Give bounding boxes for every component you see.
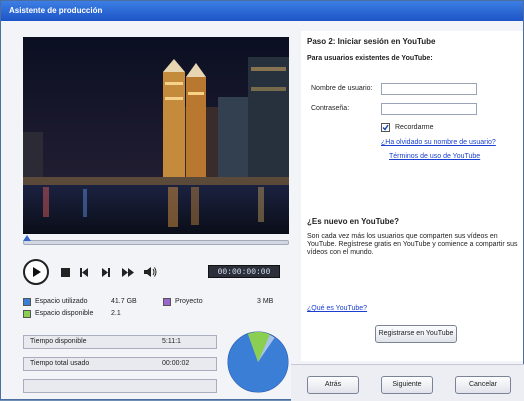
project-swatch xyxy=(163,298,171,306)
production-wizard-window: Asistente de producción 00:00:00:00 Espa… xyxy=(0,0,524,401)
previous-frame-icon xyxy=(80,267,88,277)
seek-bar[interactable] xyxy=(23,235,289,245)
total-time-field: Tiempo total usado 00:00:02 xyxy=(23,357,217,371)
available-time-label: Tiempo disponible xyxy=(30,338,87,345)
username-label: Nombre de usuario: xyxy=(311,85,373,92)
remember-checkbox[interactable] xyxy=(381,123,390,132)
available-time-value: 5:11:1 xyxy=(162,338,181,345)
timecode-display: 00:00:00:00 xyxy=(208,265,280,278)
used-space-swatch xyxy=(23,298,31,306)
play-icon xyxy=(33,267,41,277)
what-is-youtube-link[interactable]: ¿Qué es YouTube? xyxy=(307,305,367,312)
total-time-value: 00:00:02 xyxy=(162,360,190,367)
stop-button[interactable] xyxy=(57,259,73,285)
seek-thumb[interactable] xyxy=(23,235,31,241)
existing-users-heading: Para usuarios existentes de YouTube: xyxy=(307,55,433,62)
disk-usage-pie xyxy=(227,331,289,393)
next-button[interactable]: Siguiente xyxy=(381,376,433,394)
playback-controls: 00:00:00:00 xyxy=(23,259,289,285)
cancel-button[interactable]: Cancelar xyxy=(455,376,511,394)
video-preview xyxy=(23,37,289,234)
checkmark-icon xyxy=(382,124,389,131)
step-heading: Paso 2: Iniciar sesión en YouTube xyxy=(307,37,436,46)
video-frame-image xyxy=(23,37,289,234)
stop-icon xyxy=(60,267,70,277)
forgot-username-link[interactable]: ¿Ha olvidado su nombre de usuario? xyxy=(381,139,496,146)
free-space-swatch xyxy=(23,310,31,318)
project-label: Proyecto xyxy=(175,298,203,305)
back-button[interactable]: Atrás xyxy=(307,376,359,394)
next-frame-icon xyxy=(102,267,110,277)
speaker-icon xyxy=(143,267,156,277)
username-input[interactable] xyxy=(381,83,477,95)
register-youtube-button[interactable]: Registrarse en YouTube xyxy=(375,325,457,343)
used-space-value: 41.7 GB xyxy=(111,298,137,305)
new-users-text: Son cada vez más los usuarios que compar… xyxy=(307,233,518,256)
used-space-label: Espacio utilizado xyxy=(35,298,88,305)
empty-field xyxy=(23,379,217,393)
next-frame-button[interactable] xyxy=(97,259,113,285)
previous-frame-button[interactable] xyxy=(77,259,93,285)
remember-label: Recordarme xyxy=(395,124,434,131)
terms-link[interactable]: Términos de uso de YouTube xyxy=(389,153,480,160)
new-users-heading: ¿Es nuevo en YouTube? xyxy=(307,217,400,226)
total-time-label: Tiempo total usado xyxy=(30,360,90,367)
available-time-field: Tiempo disponible 5:11:1 xyxy=(23,335,217,349)
play-button[interactable] xyxy=(23,259,49,285)
free-space-value: 2.1 xyxy=(111,310,121,317)
free-space-label: Espacio disponible xyxy=(35,310,94,317)
project-value: 3 MB xyxy=(257,298,274,305)
password-input[interactable] xyxy=(381,103,477,115)
wizard-navigation: Atrás Siguiente Cancelar xyxy=(291,364,524,401)
volume-button[interactable] xyxy=(141,259,159,285)
password-label: Contraseña: xyxy=(311,105,350,112)
fast-forward-button[interactable] xyxy=(119,259,137,285)
fast-forward-icon xyxy=(121,267,134,277)
youtube-login-panel: Paso 2: Iniciar sesión en YouTube Para u… xyxy=(301,31,523,361)
window-title: Asistente de producción xyxy=(1,1,523,21)
